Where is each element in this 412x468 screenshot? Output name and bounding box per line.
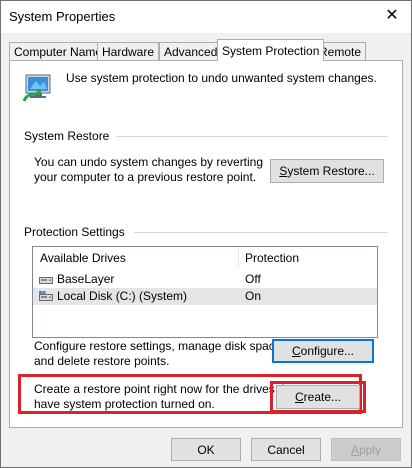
tab-advanced[interactable]: Advanced (159, 42, 223, 61)
configure-button[interactable]: Configure... (272, 339, 374, 363)
tab-label: Remote (319, 45, 362, 59)
tab-strip: Computer Name Hardware Advanced System P… (9, 39, 405, 61)
protection-settings-group-label: Protection Settings (24, 225, 129, 239)
drives-list[interactable]: Available Drives Protection BaseLayer Of… (32, 246, 378, 338)
tab-label: Computer Name (14, 45, 103, 59)
drive-icon (39, 277, 53, 284)
system-restore-group-label: System Restore (24, 129, 114, 143)
description-line: and delete restore points. (34, 354, 170, 368)
column-header-protection[interactable]: Protection (238, 247, 299, 269)
tab-system-protection[interactable]: System Protection (217, 39, 325, 61)
group-divider (134, 232, 388, 233)
column-header-available-drives[interactable]: Available Drives (33, 247, 126, 269)
button-highlight-annotation (270, 381, 366, 413)
title-bar: System Properties ✕ (1, 1, 411, 33)
access-key: C (291, 344, 301, 358)
apply-button[interactable]: Apply (331, 438, 401, 461)
system-protection-panel: Use system protection to undo unwanted s… (9, 60, 403, 428)
description-line: Create a restore point right now for the… (34, 382, 299, 396)
description-line: your computer to a previous restore poin… (34, 170, 257, 184)
button-label: pply (359, 443, 382, 457)
drive-row-baselayer[interactable]: BaseLayer Off (33, 271, 377, 288)
configure-description: Configure restore settings, manage disk … (34, 339, 285, 369)
system-restore-button[interactable]: System Restore... (270, 159, 384, 183)
description-line: have system protection turned on. (34, 397, 215, 411)
drive-name: Local Disk (C:) (System) (57, 289, 188, 303)
description-line: Configure restore settings, manage disk … (34, 339, 285, 353)
tab-computer-name[interactable]: Computer Name (9, 42, 108, 61)
ok-button[interactable]: OK (171, 438, 241, 461)
tab-label: Advanced (164, 45, 218, 59)
button-label: onfigure... (300, 344, 355, 358)
system-protection-icon (22, 74, 51, 102)
tab-hardware[interactable]: Hardware (97, 42, 160, 61)
create-description: Create a restore point right now for the… (34, 382, 298, 412)
system-properties-window: System Properties ✕ Computer Name Hardwa… (0, 0, 412, 468)
access-key: A (350, 443, 359, 457)
description-line: You can undo system changes by reverting (34, 155, 264, 169)
drives-list-header: Available Drives Protection (33, 247, 377, 269)
tab-label: Hardware (102, 45, 155, 59)
cancel-button[interactable]: Cancel (251, 438, 321, 461)
group-divider (116, 136, 388, 137)
window-title: System Properties (9, 9, 116, 24)
button-label: ystem Restore... (287, 164, 375, 178)
tab-label: System Protection (222, 44, 320, 58)
close-icon[interactable]: ✕ (377, 3, 407, 29)
drive-name: BaseLayer (57, 272, 115, 286)
drive-protection-status: On (245, 289, 262, 303)
button-label: Cancel (267, 443, 305, 457)
intro-text: Use system protection to undo unwanted s… (66, 71, 377, 85)
drive-row-local-disk-c[interactable]: Local Disk (C:) (System) On (33, 288, 377, 305)
system-drive-icon (39, 291, 53, 301)
button-label: OK (197, 443, 215, 457)
drive-protection-status: Off (245, 272, 261, 286)
system-restore-description: You can undo system changes by reverting… (34, 155, 263, 185)
